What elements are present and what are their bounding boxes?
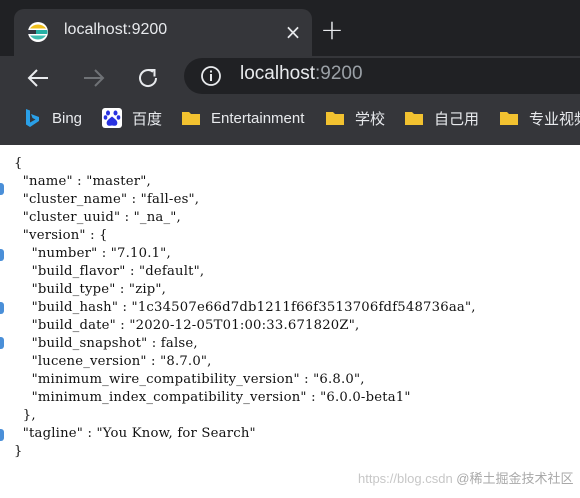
json-line: { xyxy=(14,156,23,171)
forward-arrow-icon[interactable] xyxy=(78,62,110,94)
folder-icon xyxy=(500,112,518,125)
json-line: "lucene_version" : "8.7.0", xyxy=(14,354,212,369)
tab-strip: localhost:9200 × + xyxy=(0,0,580,56)
url-host: localhost xyxy=(240,63,315,84)
toolbar-bottom xyxy=(0,135,580,145)
bookmarks-bar: Bing 百度 Entertainment 学校 自己用 专业视 xyxy=(0,100,580,135)
bookmark-baidu[interactable]: 百度 xyxy=(102,106,162,130)
json-response: { "name" : "master", "cluster_name" : "f… xyxy=(14,155,476,461)
folder-icon xyxy=(326,112,344,125)
json-line: "minimum_index_compatibility_version" : … xyxy=(14,390,411,405)
tab-localhost[interactable]: localhost:9200 × xyxy=(14,9,312,56)
back-arrow-icon[interactable] xyxy=(22,62,54,94)
new-tab-button[interactable]: + xyxy=(318,16,346,44)
json-line: "build_flavor" : "default", xyxy=(14,264,205,279)
bookmark-label: 专业视频 xyxy=(529,110,580,128)
json-line: "tagline" : "You Know, for Search" xyxy=(14,426,256,441)
json-line: "cluster_name" : "fall-es", xyxy=(14,192,200,207)
refresh-icon[interactable] xyxy=(132,62,164,94)
json-line: "number" : "7.10.1", xyxy=(14,246,171,261)
browser-chrome: localhost:9200 × + localhost:9200 Bing 百… xyxy=(0,0,580,145)
json-line: }, xyxy=(14,408,36,423)
bing-icon xyxy=(26,109,39,127)
bookmark-pro-videos[interactable]: 专业视频 xyxy=(499,106,580,130)
elasticsearch-icon xyxy=(28,22,48,42)
page-content: { "name" : "master", "cluster_name" : "f… xyxy=(0,145,580,498)
baidu-icon xyxy=(102,108,122,128)
tab-title: localhost:9200 xyxy=(64,21,168,38)
bookmark-entertainment[interactable]: Entertainment xyxy=(181,106,304,130)
bookmark-school[interactable]: 学校 xyxy=(325,106,385,130)
bookmark-label: 学校 xyxy=(355,110,386,128)
json-line: "name" : "master", xyxy=(14,174,151,189)
watermark-url: https://blog.csdn xyxy=(358,471,453,486)
json-line: "cluster_uuid" : "_na_", xyxy=(14,210,181,225)
bookmark-label: Bing xyxy=(52,109,83,127)
json-line: "version" : { xyxy=(14,228,108,243)
bookmark-label: 自己用 xyxy=(434,110,480,128)
json-line: "build_snapshot" : false, xyxy=(14,336,198,351)
side-marker xyxy=(0,249,4,261)
json-line: "build_date" : "2020-12-05T01:00:33.6718… xyxy=(14,318,360,333)
folder-icon xyxy=(182,112,200,125)
info-icon[interactable] xyxy=(200,65,222,87)
watermark-brand: @稀土掘金技术社区 xyxy=(456,471,574,486)
side-marker xyxy=(0,429,4,441)
bookmark-personal[interactable]: 自己用 xyxy=(404,106,479,130)
bookmark-label: 百度 xyxy=(132,110,163,128)
json-line: } xyxy=(14,444,23,459)
url-port: :9200 xyxy=(315,63,363,84)
side-marker xyxy=(0,183,4,195)
address-url[interactable]: localhost:9200 xyxy=(240,63,363,85)
side-marker xyxy=(0,302,4,314)
json-line: "minimum_wire_compatibility_version" : "… xyxy=(14,372,365,387)
bookmark-label: Entertainment xyxy=(211,109,305,127)
bookmark-bing[interactable]: Bing xyxy=(22,106,82,130)
close-tab-icon[interactable]: × xyxy=(282,21,304,43)
json-line: "build_hash" : "1c34507e66d7db1211f66f35… xyxy=(14,300,476,315)
folder-icon xyxy=(405,112,423,125)
side-marker xyxy=(0,337,4,349)
json-line: "build_type" : "zip", xyxy=(14,282,167,297)
watermark: https://blog.csdn @稀土掘金技术社区 xyxy=(358,468,574,487)
